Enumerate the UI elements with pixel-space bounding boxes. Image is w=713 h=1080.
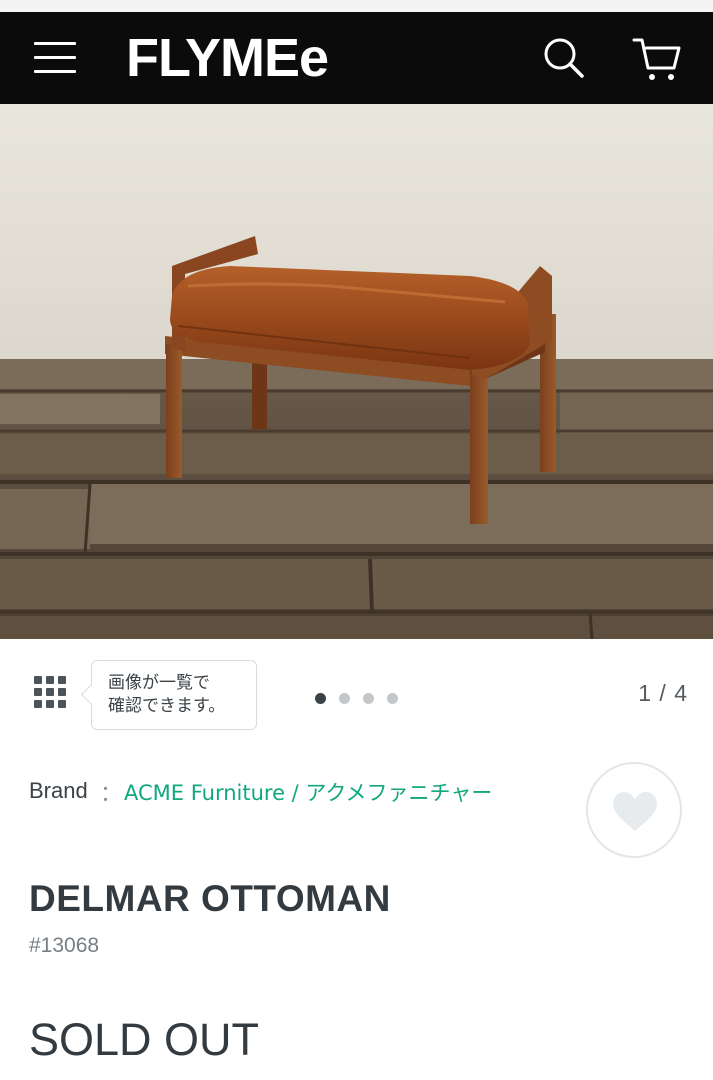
site-header: FLYMEe bbox=[0, 12, 713, 104]
gallery-tooltip: 画像が一覧で 確認できます。 bbox=[91, 660, 257, 730]
product-title: DELMAR OTTOMAN bbox=[29, 878, 391, 919]
tooltip-line-1: 画像が一覧で bbox=[108, 673, 210, 693]
search-icon[interactable] bbox=[540, 34, 586, 80]
hamburger-menu-icon[interactable] bbox=[34, 42, 76, 74]
cart-icon[interactable] bbox=[630, 34, 682, 84]
carousel-dot[interactable] bbox=[363, 693, 374, 704]
product-code: #13068 bbox=[29, 934, 100, 957]
carousel-dot[interactable] bbox=[387, 693, 398, 704]
ottoman-photo bbox=[0, 104, 713, 639]
carousel-dot[interactable] bbox=[339, 693, 350, 704]
brand-separator: ： bbox=[100, 781, 123, 806]
brand-link[interactable]: ACME Furniture / アクメファニチャー bbox=[124, 778, 504, 808]
grid-icon[interactable] bbox=[34, 676, 68, 710]
site-logo[interactable]: FLYMEe bbox=[126, 28, 329, 88]
product-image[interactable] bbox=[0, 104, 713, 639]
image-pager: 1 / 4 bbox=[638, 680, 688, 706]
sold-out-status: SOLD OUT bbox=[29, 1014, 260, 1065]
favorite-button[interactable] bbox=[586, 762, 682, 858]
status-strip bbox=[0, 0, 713, 12]
tooltip-line-2: 確認できます。 bbox=[108, 696, 226, 716]
heart-icon bbox=[613, 792, 657, 831]
carousel-dot[interactable] bbox=[315, 693, 326, 704]
brand-label: Brand bbox=[29, 778, 88, 803]
